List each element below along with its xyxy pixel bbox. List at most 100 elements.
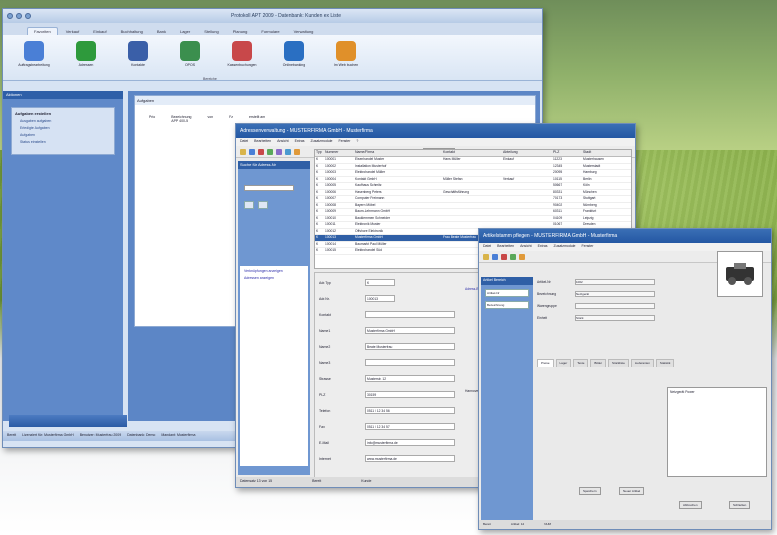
search-icon[interactable]: [285, 148, 291, 155]
refresh-icon[interactable]: [510, 253, 516, 260]
column-header[interactable]: Stadt: [583, 150, 623, 156]
column-header[interactable]: Abteilung: [503, 150, 553, 156]
ribbon-tab[interactable]: Bank: [151, 28, 172, 35]
print-icon[interactable]: [276, 148, 282, 155]
ribbon-tab[interactable]: Lager: [174, 28, 196, 35]
table-cell: Hasenberg Peters: [355, 189, 382, 194]
form-row: Name3: [319, 359, 455, 366]
save-button[interactable]: Speichern: [579, 487, 601, 495]
form-field[interactable]: 0511 / 12 34 56: [365, 407, 455, 414]
new-icon[interactable]: [483, 253, 489, 260]
save-icon[interactable]: [249, 148, 255, 155]
form-field[interactable]: Beate Musterfrau: [365, 343, 455, 350]
nav-item[interactable]: Status einstellen: [20, 140, 111, 144]
form-field[interactable]: [575, 303, 655, 309]
table-cell: Hans Müller: [443, 157, 461, 161]
list-item[interactable]: Netzgerät Power: [670, 390, 764, 394]
link-item[interactable]: Verknüpfungen anzeigen: [244, 269, 304, 273]
menu-item[interactable]: Fenster: [582, 244, 594, 250]
ribbon-tab[interactable]: Formulare: [255, 28, 285, 35]
left-button-description[interactable]: Bezeichnung: [485, 301, 529, 309]
column-header[interactable]: Name/Firma: [355, 150, 443, 156]
form-field[interactable]: 100013: [365, 295, 395, 302]
ribbon-button[interactable]: Kassenbuchungen: [225, 41, 259, 74]
nav-item[interactable]: Aufgaben: [20, 133, 111, 137]
form-field[interactable]: info@musterfirma.de: [365, 439, 455, 446]
ribbon-tabs: Favoriten Verkauf Einkauf Buchhaltung Bank La…: [3, 23, 542, 35]
app-orb-icon[interactable]: [7, 13, 13, 19]
tab[interactable]: Bilder: [590, 359, 607, 367]
nav-item[interactable]: Erledigte Aufgaben: [20, 126, 111, 130]
menu-item[interactable]: Bearbeiten: [254, 139, 271, 145]
form-field[interactable]: [365, 359, 455, 366]
nav-next-button[interactable]: [258, 201, 268, 209]
form-field[interactable]: Musterstr. 12: [365, 375, 455, 382]
filter-icon[interactable]: [294, 148, 300, 155]
column-header[interactable]: Typ: [315, 150, 325, 156]
ribbon-tab[interactable]: Buchhaltung: [115, 28, 149, 35]
table-cell: [503, 196, 553, 202]
tab[interactable]: Lager: [555, 359, 572, 367]
filter-icon[interactable]: [519, 253, 525, 260]
left-button-article-nr[interactable]: Artikel-Nr: [485, 289, 529, 297]
column-header[interactable]: Nummer: [325, 150, 355, 156]
form-field[interactable]: 0511 / 12 34 57: [365, 423, 455, 430]
ribbon-button[interactable]: Adressen: [69, 41, 103, 74]
table-cell: K: [316, 228, 319, 233]
tab[interactable]: Texte: [573, 359, 589, 367]
menu-item[interactable]: Extras: [538, 244, 548, 250]
quick-access-icon[interactable]: [16, 13, 22, 19]
ribbon-button[interactable]: Kontakte: [121, 41, 155, 74]
refresh-icon[interactable]: [267, 148, 273, 155]
menu-item[interactable]: Ansicht: [277, 139, 288, 145]
column-header[interactable]: Kontakt: [443, 150, 503, 156]
ribbon-tab[interactable]: Favoriten: [27, 27, 58, 35]
nav-prev-button[interactable]: [244, 201, 254, 209]
form-field[interactable]: www.musterfirma.de: [365, 455, 455, 462]
ribbon-tab[interactable]: Einkauf: [87, 28, 112, 35]
ribbon-tab[interactable]: Planung: [227, 28, 254, 35]
ribbon-button[interactable]: OPOS: [173, 41, 207, 74]
article-window-title: Artikelstamm pflegen - MUSTERFIRMA GmbH …: [483, 233, 618, 239]
save-icon[interactable]: [492, 253, 498, 260]
menu-item[interactable]: Bearbeiten: [497, 244, 514, 250]
link-item[interactable]: Adressen anzeigen: [244, 276, 304, 280]
ribbon-button[interactable]: Im Web buchen: [329, 41, 363, 74]
form-field[interactable]: K: [365, 279, 395, 286]
ribbon-tab[interactable]: Verkauf: [60, 28, 86, 35]
menu-item[interactable]: Fenster: [339, 139, 351, 145]
tab[interactable]: Lieferanten: [630, 359, 654, 367]
new-icon[interactable]: [240, 148, 246, 155]
menu-item[interactable]: Zusatzmodule: [311, 139, 333, 145]
ribbon-tab[interactable]: Stellung: [198, 28, 224, 35]
menu-item[interactable]: ?: [356, 139, 358, 145]
menu-item[interactable]: Extras: [295, 139, 305, 145]
form-field[interactable]: 30159: [365, 391, 455, 398]
close-button[interactable]: Schließen: [729, 501, 751, 509]
menu-item[interactable]: Zusatzmodule: [554, 244, 576, 250]
delete-icon[interactable]: [258, 148, 264, 155]
column-header[interactable]: PLZ: [553, 150, 583, 156]
form-field[interactable]: Stück: [575, 315, 655, 321]
quick-access-icon[interactable]: [25, 13, 31, 19]
nav-item[interactable]: Ausgaben aufgaben: [20, 119, 111, 123]
tab[interactable]: Statistik: [655, 359, 675, 367]
search-input[interactable]: [244, 185, 294, 191]
menu-item[interactable]: Ansicht: [520, 244, 531, 250]
table-cell: Eisenhandel Muster: [355, 157, 385, 161]
form-field[interactable]: Musterfirma GmbH: [365, 327, 455, 334]
ribbon-button[interactable]: Auftragsbearbeitung: [17, 41, 51, 74]
tab[interactable]: Preise: [537, 359, 554, 367]
menu-item[interactable]: Datei: [240, 139, 248, 145]
ribbon-button[interactable]: Onlinebanking: [277, 41, 311, 74]
nav-button-bar[interactable]: [9, 415, 127, 427]
delete-icon[interactable]: [501, 253, 507, 260]
form-field[interactable]: 1002: [575, 279, 655, 285]
form-field[interactable]: [365, 311, 455, 318]
form-field[interactable]: Netzgerät: [575, 291, 655, 297]
cancel-button[interactable]: Abbrechen: [679, 501, 702, 509]
new-article-button[interactable]: Neuer Artikel: [619, 487, 645, 495]
menu-item[interactable]: Datei: [483, 244, 491, 250]
ribbon-tab[interactable]: Verwaltung: [288, 28, 320, 35]
tab[interactable]: Stückliste: [608, 359, 629, 367]
